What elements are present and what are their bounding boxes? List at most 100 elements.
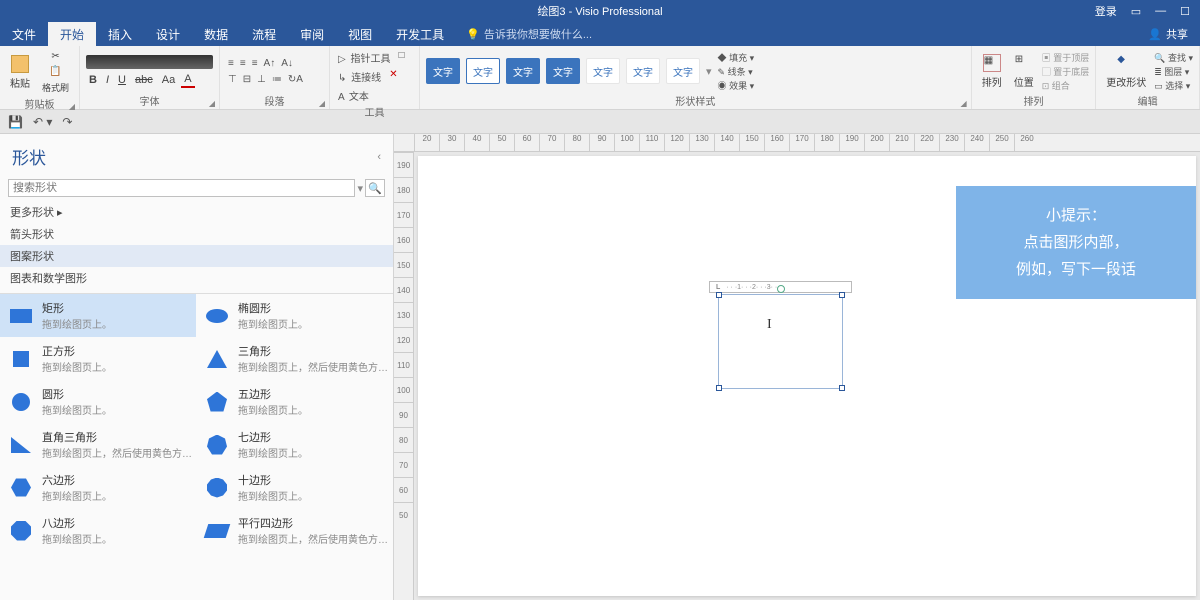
minimize-icon[interactable]: —: [1155, 5, 1166, 17]
shape-item[interactable]: 七边形拖到绘图页上。: [196, 423, 392, 466]
change-shape-icon: ◆: [1117, 54, 1135, 72]
align-right-button[interactable]: ≡: [250, 57, 260, 70]
save-button[interactable]: 💾: [8, 115, 23, 129]
category-chart-shapes[interactable]: 图表和数学图形: [0, 267, 393, 289]
effects-button[interactable]: ◉ 效果 ▾: [718, 79, 755, 92]
dialog-launcher-icon[interactable]: ◢: [69, 102, 75, 111]
selected-shape-rectangle[interactable]: · · ·1· · ·2· · ·3· · · I: [718, 294, 843, 389]
drawing-page[interactable]: · · ·1· · ·2· · ·3· · · I 小提示： 点击图形内部， 例…: [418, 156, 1196, 596]
resize-handle-sw[interactable]: [716, 385, 722, 391]
tab-process[interactable]: 流程: [240, 22, 288, 46]
resize-handle-ne[interactable]: [839, 292, 845, 298]
strike-button[interactable]: abc: [132, 73, 156, 87]
shapes-pane: 形状 ‹ ▾ 🔍 更多形状 ▸ 箭头形状 图案形状 图表和数学图形 矩形拖到绘图…: [0, 134, 394, 600]
paste-button[interactable]: 粘贴: [6, 49, 34, 96]
bold-button[interactable]: B: [86, 73, 100, 87]
decrease-font-button[interactable]: A↓: [279, 57, 295, 70]
font-size-button[interactable]: Aa: [159, 73, 178, 87]
dialog-launcher-icon[interactable]: ◢: [961, 99, 967, 108]
shape-item[interactable]: 八边形拖到绘图页上。: [0, 509, 196, 552]
send-back-button[interactable]: ▢ 置于底层: [1042, 65, 1090, 78]
style-gallery-more[interactable]: ▾: [706, 65, 712, 78]
font-color-button[interactable]: A: [181, 72, 194, 88]
style-preset-3[interactable]: 文字: [506, 58, 540, 84]
shape-item[interactable]: 椭圆形拖到绘图页上。: [196, 294, 392, 337]
delete-button[interactable]: ✕: [387, 68, 399, 85]
format-painter-button[interactable]: 格式刷: [42, 81, 69, 94]
shape-item[interactable]: 圆形拖到绘图页上。: [0, 380, 196, 423]
align-left-button[interactable]: ≡: [226, 57, 236, 70]
shape-item[interactable]: 五边形拖到绘图页上。: [196, 380, 392, 423]
style-preset-5[interactable]: 文字: [586, 58, 620, 84]
cut-button[interactable]: ✂: [51, 51, 59, 62]
shape-item[interactable]: 平行四边形拖到绘图页上，然后使用黄色方形...: [196, 509, 392, 552]
shape-item[interactable]: 矩形拖到绘图页上。: [0, 294, 196, 337]
tab-design[interactable]: 设计: [144, 22, 192, 46]
tab-insert[interactable]: 插入: [96, 22, 144, 46]
shape-item[interactable]: 直角三角形拖到绘图页上，然后使用黄色方形...: [0, 423, 196, 466]
resize-handle-se[interactable]: [839, 385, 845, 391]
shape-item[interactable]: 三角形拖到绘图页上，然后使用黄色方形...: [196, 337, 392, 380]
login-link[interactable]: 登录: [1095, 3, 1117, 19]
ribbon-display-icon[interactable]: ▭: [1131, 5, 1141, 18]
search-go-button[interactable]: 🔍: [365, 179, 385, 197]
style-preset-7[interactable]: 文字: [666, 58, 700, 84]
share-button[interactable]: 👤 共享: [1136, 22, 1200, 46]
shape-item[interactable]: 正方形拖到绘图页上。: [0, 337, 196, 380]
rectangle-tool-button[interactable]: □: [396, 49, 406, 66]
dialog-launcher-icon[interactable]: ◢: [319, 99, 325, 108]
shapes-pane-title: 形状: [12, 144, 46, 169]
tell-me-search[interactable]: 💡 告诉我你想要做什么...: [466, 22, 592, 46]
restore-icon[interactable]: ☐: [1180, 5, 1190, 18]
position-icon: ⊞: [1015, 54, 1033, 72]
text-tool-button[interactable]: A 文本: [336, 87, 373, 104]
style-preset-4[interactable]: 文字: [546, 58, 580, 84]
undo-button[interactable]: ↶ ▾: [33, 115, 52, 129]
tab-home[interactable]: 开始: [48, 22, 96, 46]
align-top-button[interactable]: ⊤: [226, 73, 239, 86]
group-paragraph: ≡ ≡ ≡ A↑ A↓ ⊤ ⊟ ⊥ ≔ ↻A 段落◢: [220, 46, 330, 109]
select-button[interactable]: ▭ 选择 ▾: [1154, 79, 1193, 92]
group-shape-styles: 文字 文字 文字 文字 文字 文字 文字 ▾ ◆ 填充 ▾ ✎ 线条 ▾ ◉ 效…: [420, 46, 972, 109]
category-arrow-shapes[interactable]: 箭头形状: [0, 223, 393, 245]
align-bottom-button[interactable]: ⊥: [255, 73, 268, 86]
shape-item[interactable]: 十边形拖到绘图页上。: [196, 466, 392, 509]
resize-handle-nw[interactable]: [716, 292, 722, 298]
italic-button[interactable]: I: [103, 73, 112, 87]
style-preset-2[interactable]: 文字: [466, 58, 500, 84]
style-preset-6[interactable]: 文字: [626, 58, 660, 84]
rotation-handle[interactable]: [777, 285, 785, 293]
category-more-shapes[interactable]: 更多形状 ▸: [0, 201, 393, 223]
underline-button[interactable]: U: [115, 73, 129, 87]
category-pattern-shapes[interactable]: 图案形状: [0, 245, 393, 267]
position-button[interactable]: ⊞位置: [1010, 52, 1038, 91]
shape-item[interactable]: 六边形拖到绘图页上。: [0, 466, 196, 509]
tab-data[interactable]: 数据: [192, 22, 240, 46]
align-center-button[interactable]: ≡: [238, 57, 248, 70]
find-button[interactable]: 🔍 查找 ▾: [1154, 51, 1193, 64]
redo-button[interactable]: ↷: [62, 115, 72, 129]
change-shape-button[interactable]: ◆更改形状: [1102, 52, 1150, 91]
increase-font-button[interactable]: A↑: [262, 57, 278, 70]
search-dropdown-icon[interactable]: ▾: [357, 182, 363, 195]
tab-file[interactable]: 文件: [0, 22, 48, 46]
collapse-pane-icon[interactable]: ‹: [377, 151, 381, 163]
search-shapes-input[interactable]: [8, 179, 355, 197]
fill-button[interactable]: ◆ 填充 ▾: [718, 51, 755, 64]
pointer-tool-button[interactable]: ▷ 指针工具: [336, 49, 394, 66]
bullets-button[interactable]: ≔: [270, 73, 284, 86]
align-button[interactable]: ▦排列: [978, 52, 1006, 91]
style-preset-1[interactable]: 文字: [426, 58, 460, 84]
tab-review[interactable]: 审阅: [288, 22, 336, 46]
copy-button[interactable]: 📋: [49, 66, 61, 77]
connector-tool-button[interactable]: ↳ 连接线: [336, 68, 385, 85]
rotate-text-button[interactable]: ↻A: [286, 73, 305, 86]
align-middle-button[interactable]: ⊟: [241, 73, 253, 86]
tab-developer[interactable]: 开发工具: [384, 22, 456, 46]
layer-button[interactable]: ≣ 图层 ▾: [1154, 65, 1193, 78]
tab-view[interactable]: 视图: [336, 22, 384, 46]
group-button[interactable]: ⊡ 组合: [1042, 79, 1090, 92]
bring-front-button[interactable]: ▣ 置于顶层: [1042, 51, 1090, 64]
line-button[interactable]: ✎ 线条 ▾: [718, 65, 755, 78]
dialog-launcher-icon[interactable]: ◢: [209, 99, 215, 108]
